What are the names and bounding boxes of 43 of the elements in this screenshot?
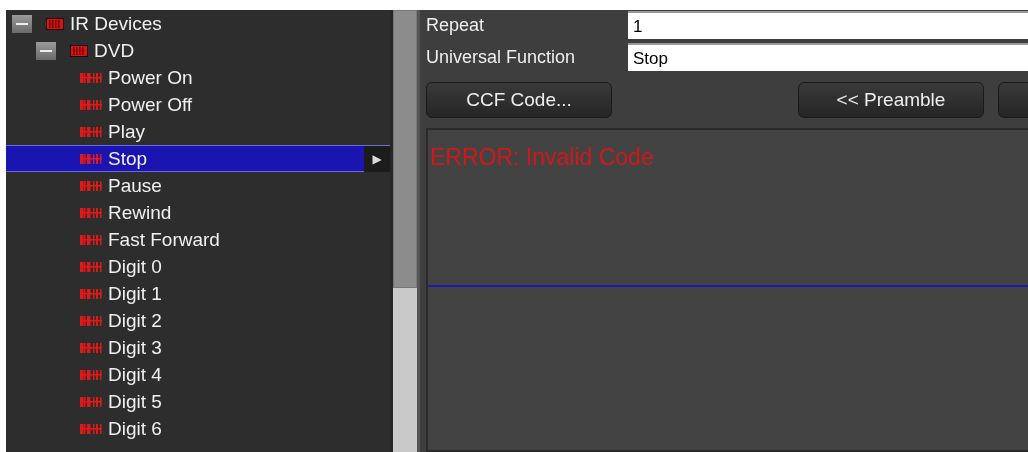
ir-signal-icon [80, 233, 102, 246]
tree-item[interactable]: Fast Forward [6, 226, 390, 253]
text-field[interactable]: Stop [628, 43, 1028, 71]
tree-item[interactable]: Pause [6, 172, 390, 199]
ir-signal-icon [80, 206, 102, 219]
ir-signal-icon [80, 341, 102, 354]
tree-item[interactable]: IR Devices [70, 12, 162, 35]
ir-signal-icon [80, 98, 102, 111]
toolbar-button[interactable]: CCF Code... [426, 82, 612, 118]
ir-signal-icon [80, 71, 102, 84]
tree-item[interactable]: Play [6, 118, 390, 145]
scrollbar-thumb[interactable] [393, 10, 417, 288]
ir-signal-icon [80, 422, 102, 435]
ir-signal-icon [80, 260, 102, 273]
ir-signal-icon [80, 125, 102, 138]
tree-item[interactable]: Power On [6, 64, 390, 91]
tree-item[interactable]: Digit 6 [6, 415, 390, 442]
collapse-toggle[interactable] [36, 41, 56, 60]
field-label: Universal Function [426, 46, 577, 68]
tree-item[interactable]: Power Off [6, 91, 390, 118]
ir-signal-icon [80, 287, 102, 300]
scrollbar[interactable] [390, 10, 420, 452]
field-label: Repeat [426, 14, 486, 36]
ir-device-icon [70, 44, 88, 57]
tree-item[interactable]: DVD [94, 39, 135, 62]
toolbar-button[interactable]: << Preamble [798, 82, 984, 118]
tree-item[interactable]: Stop ▶ [6, 145, 390, 172]
ir-signal-icon [80, 395, 102, 408]
tree-item[interactable]: Digit 4 [6, 361, 390, 388]
tree-item[interactable]: Digit 0 [6, 253, 390, 280]
error-message: ERROR: Invalid Code [430, 144, 655, 171]
tree-item[interactable]: Digit 3 [6, 334, 390, 361]
tree-item[interactable]: Digit 5 [6, 388, 390, 415]
tree-item[interactable]: Digit 1 [6, 280, 390, 307]
ir-device-icon [46, 17, 64, 30]
ir-signal-icon [80, 179, 102, 192]
ir-signal-icon [80, 314, 102, 327]
text-field[interactable]: 1 [628, 11, 1028, 39]
ir-signal-icon [80, 368, 102, 381]
ir-signal-icon [80, 152, 102, 165]
tree-item[interactable]: Rewind [6, 199, 390, 226]
tree-item[interactable]: Digit 2 [6, 307, 390, 334]
collapse-toggle[interactable] [12, 14, 32, 33]
